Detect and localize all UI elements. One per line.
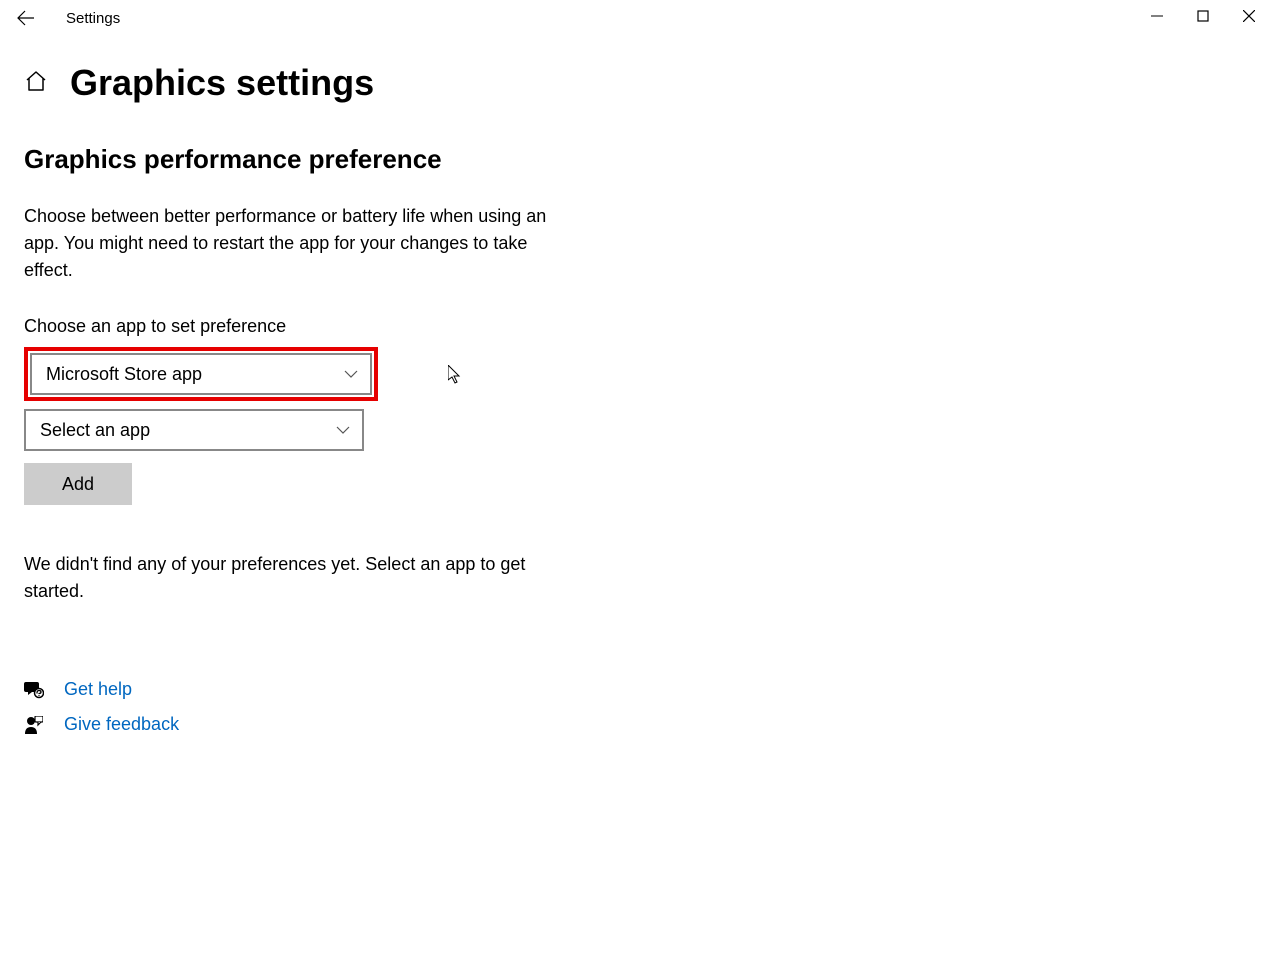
maximize-icon <box>1197 10 1209 22</box>
page-title: Graphics settings <box>70 62 374 104</box>
home-icon-svg <box>24 69 48 93</box>
arrow-left-icon <box>17 9 35 27</box>
home-icon[interactable] <box>24 69 48 98</box>
minimize-button[interactable] <box>1134 0 1180 32</box>
content-area: Graphics settings Graphics performance p… <box>0 36 1272 735</box>
close-icon <box>1243 10 1255 22</box>
get-help-link[interactable]: Get help <box>64 679 132 700</box>
add-button[interactable]: Add <box>24 463 132 505</box>
give-feedback-row: Give feedback <box>24 714 1272 735</box>
window-controls <box>1134 0 1272 32</box>
app-type-dropdown[interactable]: Microsoft Store app <box>30 353 372 395</box>
feedback-icon <box>24 716 44 734</box>
window-title: Settings <box>66 10 120 27</box>
chevron-down-icon <box>344 365 358 383</box>
section-title: Graphics performance preference <box>24 144 1272 175</box>
back-button[interactable] <box>14 6 38 30</box>
select-app-dropdown[interactable]: Select an app <box>24 409 364 451</box>
empty-state-message: We didn't find any of your preferences y… <box>24 551 564 605</box>
give-feedback-link[interactable]: Give feedback <box>64 714 179 735</box>
select-app-value: Select an app <box>40 420 150 441</box>
app-type-value: Microsoft Store app <box>46 364 202 385</box>
section-description: Choose between better performance or bat… <box>24 203 564 284</box>
titlebar: Settings <box>0 0 1272 36</box>
close-button[interactable] <box>1226 0 1272 32</box>
get-help-row: Get help <box>24 679 1272 700</box>
minimize-icon <box>1151 10 1163 22</box>
help-icon <box>24 681 44 699</box>
maximize-button[interactable] <box>1180 0 1226 32</box>
page-header: Graphics settings <box>24 62 1272 104</box>
highlighted-box: Microsoft Store app <box>24 347 378 401</box>
choose-app-label: Choose an app to set preference <box>24 316 1272 337</box>
chevron-down-icon <box>336 421 350 439</box>
